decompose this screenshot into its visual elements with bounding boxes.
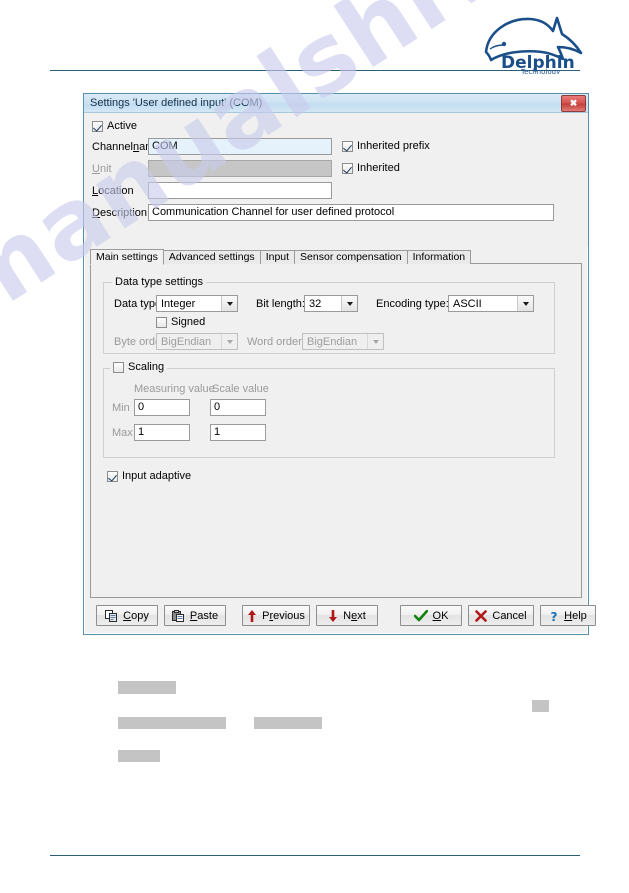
- unit-label: Unit: [92, 163, 112, 175]
- encoding-type-label: Encoding type:: [376, 298, 449, 310]
- scaling-label: Scaling: [128, 361, 165, 373]
- word-order-label: Word order:: [247, 336, 305, 348]
- footer-rule: [50, 855, 580, 856]
- chevron-down-icon[interactable]: [517, 296, 533, 311]
- active-checkbox[interactable]: Active: [92, 120, 137, 132]
- question-icon: ?: [549, 610, 559, 622]
- tab-main-settings[interactable]: Main settings: [90, 249, 164, 265]
- arrow-up-icon: [247, 609, 257, 622]
- dialog-button-bar: Copy Paste Previous Next OK Cancel ? Hel…: [90, 602, 596, 630]
- max-scale-input[interactable]: 1: [210, 424, 266, 441]
- input-adaptive-checkbox[interactable]: Input adaptive: [107, 470, 191, 482]
- inherited-prefix-checkbox[interactable]: Inherited prefix: [342, 140, 430, 152]
- inherited-label: Inherited: [357, 162, 400, 174]
- description-label: Description: [92, 207, 148, 219]
- previous-button-label: Previous: [262, 609, 305, 622]
- location-input[interactable]: [148, 182, 332, 199]
- chevron-down-icon: [221, 334, 237, 349]
- redacted-block: [532, 700, 549, 712]
- bit-length-combo[interactable]: 32: [304, 295, 358, 312]
- min-row-label: Min: [112, 402, 130, 414]
- unit-input: [148, 160, 332, 177]
- checkbox-box: [92, 120, 103, 132]
- signed-checkbox[interactable]: Signed: [156, 316, 205, 328]
- encoding-type-combo[interactable]: ASCII: [448, 295, 534, 312]
- chevron-down-icon: [367, 334, 383, 349]
- tab-sensor-compensation[interactable]: Sensor compensation: [294, 250, 408, 264]
- inherited-prefix-label: Inherited prefix: [357, 140, 430, 152]
- measuring-value-header: Measuring value: [134, 383, 215, 395]
- channelname-input[interactable]: COM: [148, 138, 332, 155]
- ok-button[interactable]: OK: [400, 605, 462, 626]
- scale-value-header: Scale value: [212, 383, 269, 395]
- encoding-type-value: ASCII: [453, 297, 482, 310]
- copy-button[interactable]: Copy: [96, 605, 158, 626]
- header-form: Active Channelname COM Inherited prefix …: [84, 113, 588, 246]
- checkbox-box: [342, 162, 353, 174]
- cancel-button[interactable]: Cancel: [468, 605, 534, 626]
- paste-icon: [171, 609, 185, 622]
- tab-panel-main-settings: Data type settings Data type: Integer Bi…: [90, 263, 582, 598]
- data-type-value: Integer: [161, 297, 196, 310]
- next-button-label: Next: [343, 609, 366, 622]
- checkbox-box: [107, 470, 118, 482]
- scaling-checkbox-wrap: [113, 361, 124, 373]
- checkbox-box: [342, 140, 353, 152]
- dialog-titlebar: Settings 'User defined input' (COM) ✖: [84, 94, 588, 113]
- delphin-logo: Delphin Technology: [478, 12, 590, 74]
- description-input[interactable]: Communication Channel for user defined p…: [148, 204, 554, 221]
- chevron-down-icon[interactable]: [221, 296, 237, 311]
- redacted-block: [118, 750, 160, 762]
- active-label: Active: [107, 120, 137, 132]
- max-measuring-input[interactable]: 1: [134, 424, 190, 441]
- tab-input[interactable]: Input: [259, 250, 296, 264]
- ok-button-label: OK: [432, 609, 449, 622]
- checkbox-box: [113, 361, 124, 373]
- help-button[interactable]: ? Help: [540, 605, 596, 626]
- min-scale-input[interactable]: 0: [210, 399, 266, 416]
- byte-order-value: BigEndian: [161, 335, 212, 348]
- data-type-settings-group: Data type settings Data type: Integer Bi…: [103, 276, 555, 354]
- svg-text:Technology: Technology: [520, 68, 560, 74]
- tab-advanced-settings[interactable]: Advanced settings: [162, 250, 261, 264]
- inherited-checkbox[interactable]: Inherited: [342, 162, 400, 174]
- redacted-block: [118, 717, 226, 729]
- data-type-settings-title: Data type settings: [112, 276, 207, 288]
- bit-length-value: 32: [309, 297, 322, 310]
- dialog-title: Settings 'User defined input' (COM): [90, 97, 263, 109]
- next-button[interactable]: Next: [316, 605, 378, 626]
- check-icon: [413, 609, 428, 622]
- tab-information[interactable]: Information: [406, 250, 472, 264]
- close-icon[interactable]: ✖: [561, 94, 586, 112]
- byte-order-combo: BigEndian: [156, 333, 238, 350]
- checkbox-box: [156, 316, 167, 328]
- cross-icon: [475, 609, 488, 622]
- chevron-down-icon[interactable]: [341, 296, 357, 311]
- input-adaptive-label: Input adaptive: [122, 470, 192, 482]
- svg-text:?: ?: [551, 610, 558, 622]
- copy-icon: [105, 609, 118, 622]
- word-order-value: BigEndian: [307, 335, 358, 348]
- bit-length-label: Bit length:: [256, 298, 305, 310]
- paste-button[interactable]: Paste: [164, 605, 226, 626]
- signed-label: Signed: [171, 316, 206, 328]
- scaling-group: Scaling Measuring value Scale value Min …: [103, 361, 555, 458]
- tabstrip: Main settings Advanced settings Input Se…: [90, 249, 582, 265]
- paste-button-label: Paste: [189, 609, 219, 622]
- word-order-combo: BigEndian: [302, 333, 384, 350]
- redacted-block: [118, 681, 176, 694]
- previous-button[interactable]: Previous: [242, 605, 310, 626]
- min-measuring-input[interactable]: 0: [134, 399, 190, 416]
- location-label: Location: [92, 185, 134, 197]
- settings-dialog: Settings 'User defined input' (COM) ✖ Ac…: [83, 93, 596, 635]
- cancel-button-label: Cancel: [492, 609, 527, 622]
- help-button-label: Help: [564, 609, 587, 622]
- copy-button-label: Copy: [123, 609, 149, 622]
- data-type-combo[interactable]: Integer: [156, 295, 238, 312]
- arrow-down-icon: [328, 609, 338, 622]
- max-row-label: Max: [112, 427, 133, 439]
- scaling-checkbox[interactable]: Scaling: [110, 361, 168, 373]
- redacted-block: [254, 717, 322, 729]
